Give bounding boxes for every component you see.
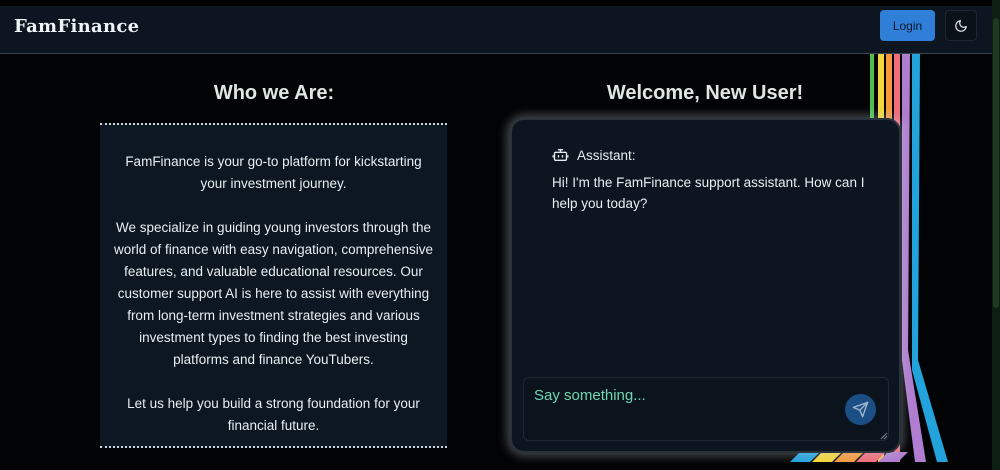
- theme-toggle-button[interactable]: [945, 10, 977, 41]
- about-paragraph-1: FamFinance is your go-to platform for ki…: [125, 154, 422, 191]
- assistant-label-row: Assistant:: [552, 147, 636, 163]
- moon-icon: [955, 19, 967, 32]
- robot-icon: [552, 149, 569, 161]
- assistant-sender-label: Assistant:: [577, 147, 636, 163]
- send-icon: [852, 401, 869, 418]
- brand-logo[interactable]: FamFinance: [14, 16, 139, 37]
- chat-message-input[interactable]: [523, 377, 889, 441]
- about-paragraph-2: We specialize in guiding young investors…: [114, 220, 433, 367]
- chat-panel: Assistant: Hi! I'm the FamFinance suppor…: [510, 118, 901, 453]
- about-card: FamFinance is your go-to platform for ki…: [100, 123, 447, 448]
- about-heading: Who we Are:: [213, 82, 335, 104]
- send-button[interactable]: [845, 394, 876, 425]
- top-navbar: FamFinance Login: [0, 6, 992, 54]
- assistant-message: Hi! I'm the FamFinance support assistant…: [552, 175, 865, 211]
- resize-grip-icon[interactable]: [880, 432, 888, 440]
- scrollbar-thumb[interactable]: [993, 18, 999, 308]
- welcome-heading: Welcome, New User!: [606, 82, 804, 104]
- about-paragraph-3: Let us help you build a strong foundatio…: [127, 396, 420, 433]
- login-button[interactable]: Login: [880, 10, 935, 41]
